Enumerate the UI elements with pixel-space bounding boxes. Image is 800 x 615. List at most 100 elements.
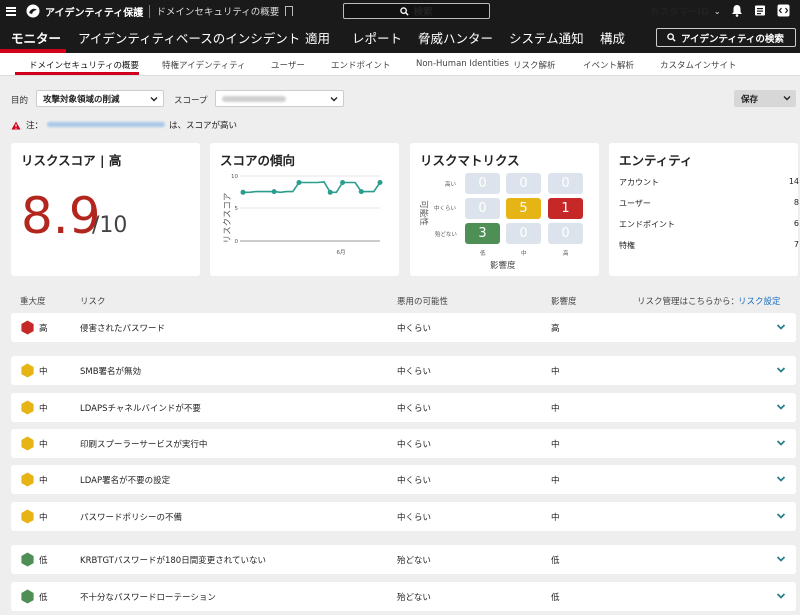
entity-row-privileged[interactable]: 特権 7 — [619, 240, 799, 251]
trend-point[interactable] — [340, 180, 346, 185]
risk-row[interactable]: 中 SMB署名が無効 中くらい 中 — [11, 356, 796, 385]
trend-point[interactable] — [240, 189, 246, 195]
nav-monitor[interactable]: モニター — [11, 28, 61, 47]
matrix-cell[interactable]: 1 — [548, 198, 583, 219]
tab-event-analysis[interactable]: イベント解析 — [583, 59, 634, 71]
entity-count: 7 — [793, 240, 799, 249]
matrix-cell-value: 0 — [478, 176, 487, 191]
title-divider — [149, 4, 151, 18]
risk-name: 不十分なパスワードローテーション — [80, 593, 216, 603]
risk-row[interactable]: 高 侵害されたパスワード 中くらい 高 — [11, 313, 796, 342]
risk-impact: 高 — [551, 324, 560, 334]
tab-users[interactable]: ユーザー — [271, 59, 305, 71]
risk-row[interactable]: 低 KRBTGTパスワードが180日間変更されていない 殆どない 低 — [11, 545, 796, 574]
news-icon[interactable] — [754, 4, 766, 17]
matrix-cell[interactable]: 0 — [506, 173, 541, 194]
tab-custom-insights[interactable]: カスタムインサイト — [660, 59, 737, 71]
chevron-down-icon — [330, 97, 338, 102]
trend-point[interactable] — [377, 180, 383, 185]
trend-point[interactable] — [327, 189, 333, 195]
risk-severity: 中 — [39, 367, 48, 377]
risk-settings-link[interactable]: リスク設定 — [738, 295, 781, 307]
goal-value: 攻撃対象領域の削減 — [43, 94, 120, 105]
trend-point[interactable] — [358, 189, 364, 195]
matrix-cell[interactable]: 0 — [548, 223, 583, 244]
nav-configuration[interactable]: 構成 — [600, 28, 625, 47]
risk-matrix-card: リスクマトリクス 可能性 高い 中くらい 殆どない 0 0 0 0 5 1 3 … — [410, 143, 599, 276]
trend-point[interactable] — [271, 189, 277, 195]
entity-label: 特権 — [619, 241, 635, 250]
menu-icon[interactable] — [6, 6, 16, 16]
identity-search-button[interactable]: アイデンティティの検索 — [656, 28, 796, 47]
risk-score-card: リスクスコア | 高 8.9 /10 — [11, 143, 200, 276]
risk-row[interactable]: 中 LDAPSチャネルバインドが不要 中くらい 中 — [11, 393, 796, 422]
entity-row-users[interactable]: ユーザー 8 — [619, 198, 799, 209]
entities-title: エンティティ — [619, 153, 693, 168]
developer-icon[interactable] — [777, 4, 790, 17]
matrix-cell-value: 0 — [561, 226, 570, 241]
expand-chevron-icon[interactable] — [776, 323, 786, 331]
risk-likelihood: 中くらい — [397, 367, 432, 377]
tab-privileged-identities[interactable]: 特権アイデンティティ — [162, 59, 246, 71]
col-header-severity[interactable]: 重大度 — [20, 295, 46, 307]
severity-hex-icon — [21, 589, 34, 604]
matrix-cell[interactable]: 0 — [506, 223, 541, 244]
tab-risk-analysis[interactable]: リスク解析 — [513, 59, 556, 71]
entities-card: エンティティ アカウント 14 ユーザー 8 エンドポイント 6 特権 7 — [609, 143, 799, 276]
expand-chevron-icon[interactable] — [776, 555, 786, 563]
risk-impact: 低 — [551, 556, 560, 566]
expand-chevron-icon[interactable] — [776, 403, 786, 411]
trend-point[interactable] — [296, 180, 302, 185]
risk-severity: 中 — [39, 513, 48, 523]
risk-severity: 中 — [39, 476, 48, 486]
expand-chevron-icon[interactable] — [776, 366, 786, 374]
nav-reports[interactable]: レポート — [352, 28, 402, 47]
expand-chevron-icon[interactable] — [776, 592, 786, 600]
entity-row-accounts[interactable]: アカウント 14 — [619, 177, 799, 188]
bell-icon[interactable] — [731, 4, 743, 17]
risk-score-denominator: /10 — [92, 213, 128, 238]
col-header-risk[interactable]: リスク — [80, 295, 106, 307]
entity-count: 14 — [788, 177, 799, 186]
goal-select[interactable]: 攻撃対象領域の削減 — [36, 90, 164, 107]
matrix-cell[interactable]: 3 — [465, 223, 500, 244]
identity-search-label: アイデンティティの検索 — [681, 33, 784, 45]
risk-row[interactable]: 中 印刷スプーラーサービスが実行中 中くらい 中 — [11, 429, 796, 458]
tab-domain-security[interactable]: ドメインセキュリティの概要 — [29, 59, 139, 71]
expand-chevron-icon[interactable] — [776, 512, 786, 520]
risk-score-value: 8.9 — [21, 187, 101, 245]
risk-row[interactable]: 中 LDAP署名が不要の設定 中くらい 中 — [11, 465, 796, 494]
nav-system-notifications[interactable]: システム通知 — [509, 28, 584, 47]
risk-row[interactable]: 低 不十分なパスワードローテーション 殆どない 低 — [11, 582, 796, 611]
matrix-cell[interactable]: 0 — [548, 173, 583, 194]
tab-endpoints[interactable]: エンドポイント — [331, 59, 391, 71]
nav-threat-hunter[interactable]: 脅威ハンター — [418, 28, 493, 47]
nav-identity-incidents[interactable]: アイデンティティベースのインシデント — [78, 28, 300, 47]
entity-row-endpoints[interactable]: エンドポイント 6 — [619, 219, 799, 230]
matrix-cell[interactable]: 5 — [506, 198, 541, 219]
risk-likelihood: 殆どない — [397, 593, 431, 603]
bookmark-icon[interactable] — [285, 6, 294, 16]
notice-domain-link-redacted[interactable] — [47, 120, 166, 130]
scope-select[interactable] — [215, 90, 344, 107]
risk-impact: 低 — [551, 593, 560, 603]
severity-hex-icon — [21, 363, 34, 378]
expand-chevron-icon[interactable] — [776, 475, 786, 483]
col-header-likelihood[interactable]: 悪用の可能性 — [397, 295, 448, 307]
tab-non-human-identities[interactable]: Non-Human Identities — [416, 59, 509, 69]
risk-likelihood: 中くらい — [397, 513, 432, 523]
global-search-button[interactable]: 検索 — [343, 3, 490, 19]
expand-chevron-icon[interactable] — [776, 439, 786, 447]
customer-id-dropdown[interactable]: カスタマーID ⌄ — [650, 4, 721, 19]
entity-count: 8 — [793, 198, 799, 207]
matrix-cell[interactable]: 0 — [465, 198, 500, 219]
col-header-impact[interactable]: 影響度 — [551, 295, 577, 307]
save-dropdown-button[interactable]: 保存 — [734, 90, 796, 107]
matrix-cell[interactable]: 0 — [465, 173, 500, 194]
nav-enforce[interactable]: 適用 — [305, 28, 330, 47]
severity-hex-icon — [21, 320, 34, 335]
trend-y-tick-0: 0 — [235, 239, 239, 245]
risk-severity: 低 — [39, 556, 48, 566]
risk-row[interactable]: 中 パスワードポリシーの不備 中くらい 中 — [11, 502, 796, 531]
risk-likelihood: 殆どない — [397, 556, 431, 566]
